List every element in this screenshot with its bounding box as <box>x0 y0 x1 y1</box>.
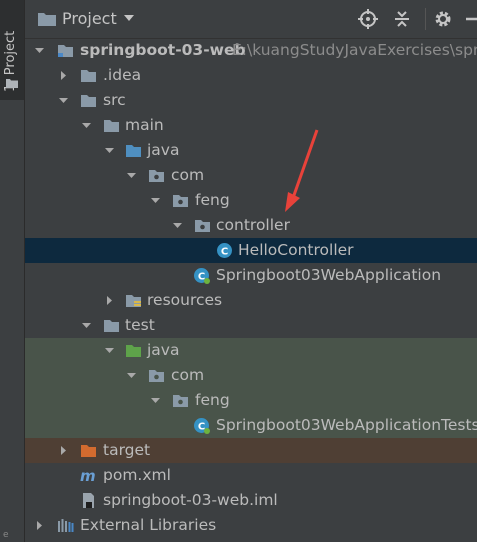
strip-bottom-letter: e <box>3 530 9 540</box>
tree-item-java-test[interactable]: java <box>25 338 477 363</box>
view-selector-label[interactable]: Project <box>62 9 117 28</box>
tree-item-main[interactable]: main <box>25 113 477 138</box>
svg-text:m: m <box>80 467 96 484</box>
package-icon <box>195 220 210 232</box>
chevron-down-icon[interactable] <box>35 46 44 55</box>
module-folder-icon <box>58 45 73 57</box>
tree-item-label: feng <box>195 391 230 409</box>
excluded-folder-icon <box>81 445 96 457</box>
iml-file-icon <box>83 493 94 508</box>
package-icon <box>149 370 164 382</box>
tree-item-label: Springboot03WebApplication <box>216 266 442 284</box>
tree-item-label: java <box>147 141 180 159</box>
folder-icon <box>6 79 18 88</box>
tree-item-label: Springboot03WebApplicationTests <box>216 416 477 434</box>
tree-item-label: com <box>171 366 205 384</box>
package-icon <box>149 170 164 182</box>
tree-item-external-libraries[interactable]: External Libraries <box>25 513 477 538</box>
folder-icon <box>81 70 96 82</box>
tool-window-strip: 1: Project e <box>0 0 25 542</box>
spring-boot-class-icon: C <box>194 268 210 284</box>
tree-item-application-tests[interactable]: C Springboot03WebApplicationTests <box>25 413 477 438</box>
tree-item-test[interactable]: test <box>25 313 477 338</box>
chevron-down-icon[interactable] <box>59 96 68 105</box>
tree-item-label: java <box>147 341 180 359</box>
chevron-right-icon[interactable] <box>35 521 44 530</box>
chevron-down-icon[interactable] <box>127 371 136 380</box>
tree-item-label: pom.xml <box>103 466 171 484</box>
package-icon <box>173 395 188 407</box>
tree-item-controller[interactable]: controller <box>25 213 477 238</box>
folder-icon <box>38 13 56 26</box>
tree-item-label: target <box>103 441 151 459</box>
gear-icon[interactable] <box>433 9 453 29</box>
chevron-down-icon[interactable] <box>82 121 91 130</box>
project-tool-tab[interactable]: 1: Project <box>0 0 24 100</box>
bottom-edge <box>25 538 477 542</box>
chevron-right-icon[interactable] <box>105 296 114 305</box>
tree-item-idea[interactable]: .idea <box>25 63 477 88</box>
libraries-icon <box>58 519 74 532</box>
chevron-right-icon[interactable] <box>59 71 68 80</box>
folder-icon <box>104 120 119 132</box>
resources-folder-icon <box>126 295 141 307</box>
chevron-right-icon[interactable] <box>59 446 68 455</box>
module-path: E:\kuangStudyJavaExercises\sprin <box>232 41 477 59</box>
maven-icon: m <box>80 467 96 484</box>
tree-item-label: HelloController <box>238 241 354 259</box>
header-divider <box>425 8 426 30</box>
tree-item-label: com <box>171 166 205 184</box>
tree-item-java-source[interactable]: java <box>25 138 477 163</box>
chevron-down-icon[interactable] <box>105 346 114 355</box>
collapse-all-icon[interactable] <box>392 9 412 29</box>
folder-icon <box>104 320 119 332</box>
chevron-down-icon[interactable] <box>151 396 160 405</box>
tree-item-label: test <box>125 316 155 334</box>
locate-icon[interactable] <box>358 9 378 29</box>
tree-item-label: main <box>125 116 164 134</box>
tree-item-label: .idea <box>103 66 142 84</box>
tree-item-resources[interactable]: resources <box>25 288 477 313</box>
source-root-folder-icon <box>126 145 141 157</box>
tree-item-feng[interactable]: feng <box>25 188 477 213</box>
chevron-down-icon[interactable] <box>151 196 160 205</box>
tree-item-label: External Libraries <box>80 516 217 534</box>
package-icon <box>173 195 188 207</box>
chevron-down-icon[interactable] <box>105 146 114 155</box>
tree-item-label: springboot-03-web.iml <box>103 491 278 509</box>
project-header: Project <box>25 0 477 39</box>
spring-boot-class-icon: C <box>194 418 210 434</box>
test-root-folder-icon <box>126 345 141 357</box>
chevron-down-icon[interactable] <box>173 221 182 230</box>
tree-item-module-root[interactable]: springboot-03-web E:\kuangStudyJavaExerc… <box>25 38 477 63</box>
tree-item-hellocontroller[interactable]: C HelloController <box>25 238 477 263</box>
tree-item-label: controller <box>216 216 290 234</box>
tree-item-label: src <box>103 91 126 109</box>
tree-item-label: feng <box>195 191 230 209</box>
tree-item-src[interactable]: src <box>25 88 477 113</box>
project-tree: springboot-03-web E:\kuangStudyJavaExerc… <box>25 38 477 538</box>
tree-item-label: springboot-03-web <box>80 41 246 59</box>
tree-item-label: resources <box>147 291 223 309</box>
tree-item-target[interactable]: target <box>25 438 477 463</box>
tree-item-feng-test[interactable]: feng <box>25 388 477 413</box>
project-tool-window: 1: Project e Project springboot-03-web E… <box>0 0 477 542</box>
tree-item-com-test[interactable]: com <box>25 363 477 388</box>
class-icon: C <box>217 243 232 258</box>
tree-item-application-class[interactable]: C Springboot03WebApplication <box>25 263 477 288</box>
chevron-down-icon[interactable] <box>127 171 136 180</box>
tree-item-iml[interactable]: springboot-03-web.iml <box>25 488 477 513</box>
tree-item-pom[interactable]: m pom.xml <box>25 463 477 488</box>
chevron-down-icon[interactable] <box>123 13 135 23</box>
svg-text:C: C <box>221 247 228 258</box>
minimize-icon[interactable] <box>463 9 477 29</box>
chevron-down-icon[interactable] <box>82 321 91 330</box>
folder-icon <box>81 95 96 107</box>
tree-item-com[interactable]: com <box>25 163 477 188</box>
